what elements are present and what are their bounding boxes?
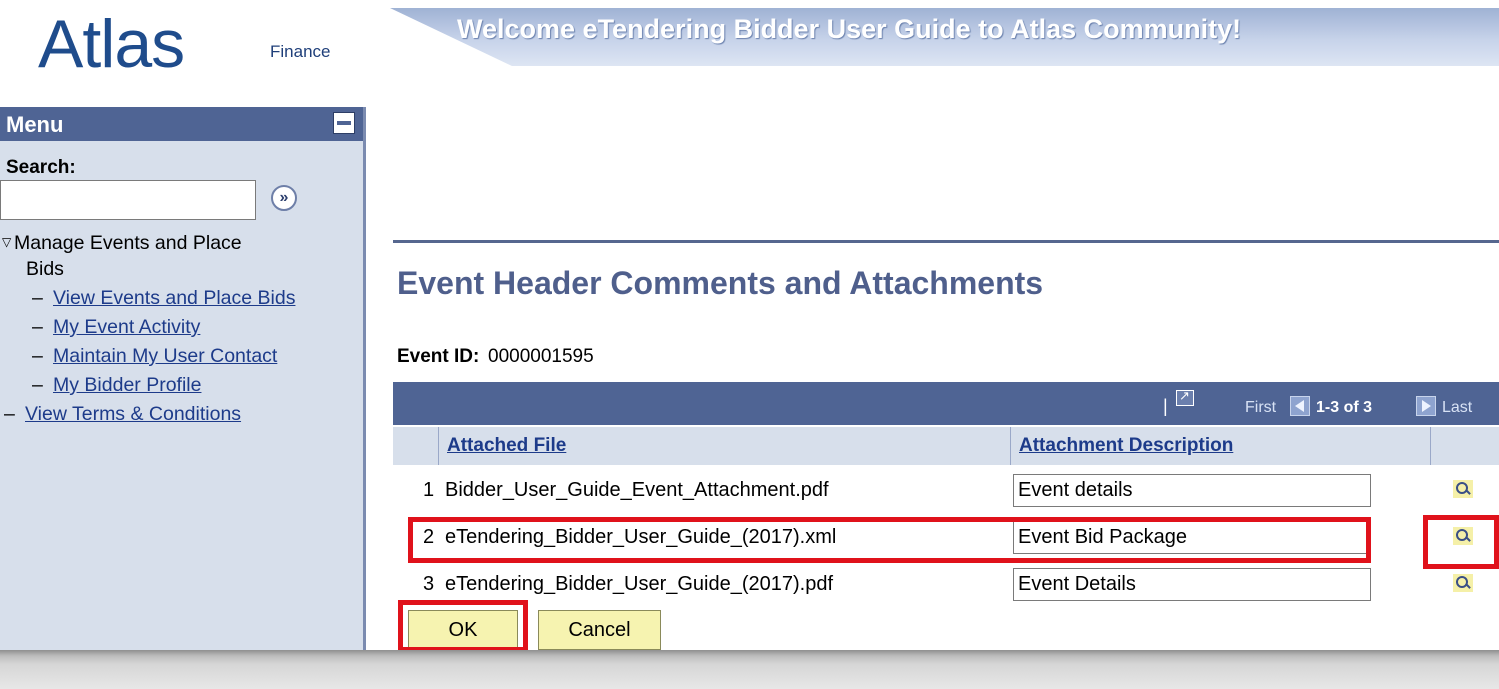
sidebar-menu: Menu Search: » ▽ Manage Events and Place… (0, 107, 366, 650)
next-page-icon[interactable] (1416, 396, 1436, 416)
logo-text: Atlas (38, 6, 185, 82)
sidebar-section-label[interactable]: Manage Events and Place (14, 232, 242, 255)
column-header-view (1430, 427, 1499, 465)
grid-separator: | (1163, 396, 1168, 416)
event-id-value: 0000001595 (488, 346, 594, 367)
tree-dash: – (32, 287, 43, 309)
sidebar-item-maintain-contact[interactable]: Maintain My User Contact (53, 345, 277, 368)
attached-file-name: Bidder_User_Guide_Event_Attachment.pdf (445, 479, 829, 501)
zoom-grid-icon[interactable] (1176, 388, 1194, 406)
column-header-description[interactable]: Attachment Description (1010, 427, 1430, 465)
grid-column-headers: Attached File Attachment Description (393, 427, 1499, 465)
grid-navigation-bar: | First 1-3 of 3 Last (393, 382, 1499, 425)
tree-dash: – (32, 374, 43, 396)
tree-dash: – (32, 345, 43, 367)
highlight-view-icon-box (1423, 515, 1499, 569)
row-number: 3 (423, 573, 435, 595)
sidebar-section-label-cont[interactable]: Bids (26, 258, 64, 281)
sidebar-item-bidder-profile[interactable]: My Bidder Profile (53, 374, 201, 397)
logo-subtext: Finance (270, 42, 331, 61)
table-row: 3 eTendering_Bidder_User_Guide_(2017).pd… (393, 564, 1499, 604)
last-page-link[interactable]: Last (1442, 399, 1472, 417)
page-title: Event Header Comments and Attachments (397, 265, 1044, 301)
menu-header: Menu (0, 107, 363, 141)
row-number: 1 (423, 479, 435, 501)
view-attachment-icon[interactable] (1453, 480, 1473, 498)
event-id-label: Event ID: (397, 346, 480, 367)
bottom-shadow (0, 650, 1499, 689)
welcome-banner-text: Welcome eTendering Bidder User Guide to … (457, 14, 1242, 44)
highlight-row-box (408, 517, 1371, 563)
attached-file-name: eTendering_Bidder_User_Guide_(2017).pdf (445, 573, 834, 595)
search-go-icon[interactable]: » (271, 185, 297, 211)
sidebar-item-terms[interactable]: View Terms & Conditions (25, 403, 241, 426)
row-range: 1-3 of 3 (1316, 399, 1373, 416)
highlight-ok-box (398, 600, 528, 650)
collapse-icon[interactable] (333, 112, 355, 134)
sidebar-item-my-event-activity[interactable]: My Event Activity (53, 316, 200, 339)
expand-triangle-icon[interactable]: ▽ (2, 235, 11, 249)
column-header-attached-file[interactable]: Attached File (438, 427, 1010, 465)
attachment-description-field[interactable]: Event Details (1013, 568, 1371, 601)
previous-page-icon[interactable] (1290, 396, 1310, 416)
attachment-description-field[interactable]: Event details (1013, 474, 1371, 507)
sidebar-item-view-events[interactable]: View Events and Place Bids (53, 287, 295, 310)
page-divider (393, 240, 1499, 243)
app-window: Atlas Finance Welcome eTendering Bidder … (0, 0, 1499, 650)
menu-title: Menu (6, 112, 64, 137)
search-input[interactable] (0, 180, 256, 220)
logo: Atlas Finance (0, 0, 400, 98)
cancel-button[interactable]: Cancel (538, 610, 661, 650)
search-label: Search: (6, 157, 76, 178)
tree-dash: – (32, 316, 43, 338)
table-row: 1 Bidder_User_Guide_Event_Attachment.pdf… (393, 470, 1499, 510)
first-page-link[interactable]: First (1245, 399, 1276, 417)
view-attachment-icon[interactable] (1453, 574, 1473, 592)
column-header-number (393, 427, 438, 465)
tree-dash: – (4, 403, 15, 425)
